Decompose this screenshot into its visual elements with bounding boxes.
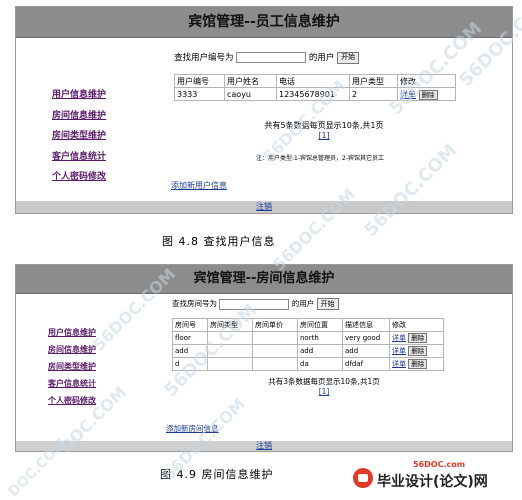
logo-url: 56DOC.com [413,460,466,469]
cell-phone: 12345678901 [276,87,350,101]
sidebar-item-customer-stats[interactable]: 客户信息统计 [48,378,146,395]
search-prefix-label: 查找房间号为 [172,299,217,308]
add-room-link[interactable]: 添加新房间信息 [166,423,219,434]
logo-icon [353,468,373,488]
cell-room-type [207,331,253,345]
header-description: 描述信息 [342,318,390,332]
cell-room-number: d [172,357,208,371]
sidebar-item-change-password[interactable]: 个人密码修改 [52,169,146,190]
cell-actions: 详单 删除 [389,344,444,358]
search-suffix-label: 的用户 [308,53,335,63]
logo-name: 毕业设计(论文)网 [377,474,488,490]
room-table: 房间号 房间类型 房间单价 房间位置 描述信息 修改 floor north v… [172,318,444,371]
cell-actions: 详单 删除 [397,87,456,101]
page-title: 宾馆管理--房间信息维护 [16,265,512,294]
footer-bar: 注销 [16,441,512,451]
header-edit: 修改 [389,318,444,332]
logout-link[interactable]: 注销 [256,202,272,211]
header-edit: 修改 [397,74,456,88]
header-room-number: 房间号 [172,318,208,332]
room-number-search-input[interactable] [219,298,290,310]
cell-room-type [207,357,253,371]
header-phone: 电话 [276,74,350,88]
header-user-name: 用户姓名 [224,74,277,88]
user-id-search-input[interactable] [236,52,307,63]
header-room-location: 房间位置 [297,318,343,332]
sidebar-item-room-type[interactable]: 房间类型维护 [52,128,146,149]
table-header-row: 用户编号 用户姓名 电话 用户类型 修改 [174,74,456,88]
logout-link[interactable]: 注销 [256,441,272,450]
cell-room-type [207,344,253,358]
sidebar-item-user-info[interactable]: 用户信息维护 [48,327,146,344]
cell-description: very good [342,331,390,345]
room-maintenance-window: 宾馆管理--房间信息维护 用户信息维护 房间信息维护 房间类型维护 客户信息统计… [15,264,513,452]
pagination-text: 共有3条数据每页显示10条,共1页 [268,377,380,386]
cell-room-location: da [297,357,343,371]
pagination-info: 共有3条数据每页显示10条,共1页 [1] [244,376,404,396]
search-prefix-label: 查找用户编号为 [174,53,234,63]
detail-link[interactable]: 详单 [392,347,406,355]
add-user-link[interactable]: 添加新用户信息 [171,180,227,191]
delete-button[interactable]: 删除 [408,359,428,369]
cell-actions: 详单 删除 [389,357,444,371]
cell-description: dfdaf [342,357,390,371]
search-start-button[interactable]: 开始 [316,298,339,310]
pagination-info: 共有5条数据每页显示10条,共1页 [1] [244,120,404,140]
user-table: 用户编号 用户姓名 电话 用户类型 修改 3333 caoyu 12345678… [174,74,456,101]
site-logo: 56DOC.com 毕业设计(论文)网 [353,460,518,493]
pagination-text: 共有5条数据每页显示10条,共1页 [264,121,384,130]
table-row: 3333 caoyu 12345678901 2 详单 删除 [174,87,456,101]
cell-room-price [252,357,298,371]
search-suffix-label: 的用户 [291,299,315,308]
detail-link[interactable]: 详单 [392,334,406,342]
footer-bar: 注销 [16,201,512,213]
page-title: 宾馆管理--员工信息维护 [16,7,512,38]
figure-caption-4-9: 图 4.9 房间信息维护 [160,468,274,481]
cell-room-number: floor [172,331,208,345]
page-1-link[interactable]: [1] [244,387,404,396]
search-start-button[interactable]: 开始 [337,51,360,64]
sidebar-item-room-info[interactable]: 房间信息维护 [48,344,146,361]
cell-user-id: 3333 [174,87,225,101]
sidebar-item-customer-stats[interactable]: 客户信息统计 [52,149,146,170]
sidebar-item-user-info[interactable]: 用户信息维护 [52,87,146,108]
table-header-row: 房间号 房间类型 房间单价 房间位置 描述信息 修改 [172,318,444,332]
table-row: d da dfdaf 详单 删除 [172,357,444,371]
delete-button[interactable]: 删除 [408,333,428,343]
header-user-id: 用户编号 [174,74,225,88]
cell-room-price [252,344,298,358]
cell-room-location: north [297,331,343,345]
sidebar-item-change-password[interactable]: 个人密码修改 [48,395,146,412]
cell-user-name: caoyu [224,87,277,101]
sidebar-nav: 用户信息维护 房间信息维护 房间类型维护 客户信息统计 个人密码修改 [16,327,146,412]
cell-user-type: 2 [349,87,398,101]
sidebar-nav: 用户信息维护 房间信息维护 房间类型维护 客户信息统计 个人密码修改 [16,87,146,190]
cell-room-location: add [297,344,343,358]
cell-room-number: add [172,344,208,358]
user-type-note: 注：用户类型:1-宾馆总管理员，2-宾馆其它员工 [256,155,384,162]
detail-link[interactable]: 详单 [400,90,416,99]
cell-description: add [342,344,390,358]
sidebar-item-room-info[interactable]: 房间信息维护 [52,108,146,129]
table-row: floor north very good 详单 删除 [172,331,444,345]
user-search-bar: 查找用户编号为 的用户 开始 [174,51,360,64]
delete-button[interactable]: 删除 [418,89,438,100]
header-room-price: 房间单价 [252,318,298,332]
cell-room-price [252,331,298,345]
figure-caption-4-8: 图 4.8 查找用户信息 [162,235,276,248]
page-1-link[interactable]: [1] [244,131,404,140]
header-room-type: 房间类型 [207,318,253,332]
detail-link[interactable]: 详单 [392,360,406,368]
table-row: add add add 详单 删除 [172,344,444,358]
cell-actions: 详单 删除 [389,331,444,345]
header-user-type: 用户类型 [349,74,398,88]
sidebar-item-room-type[interactable]: 房间类型维护 [48,361,146,378]
delete-button[interactable]: 删除 [408,346,428,356]
user-maintenance-window: 宾馆管理--员工信息维护 用户信息维护 房间信息维护 房间类型维护 客户信息统计… [15,6,513,214]
room-search-bar: 查找房间号为 的用户 开始 [172,298,339,310]
